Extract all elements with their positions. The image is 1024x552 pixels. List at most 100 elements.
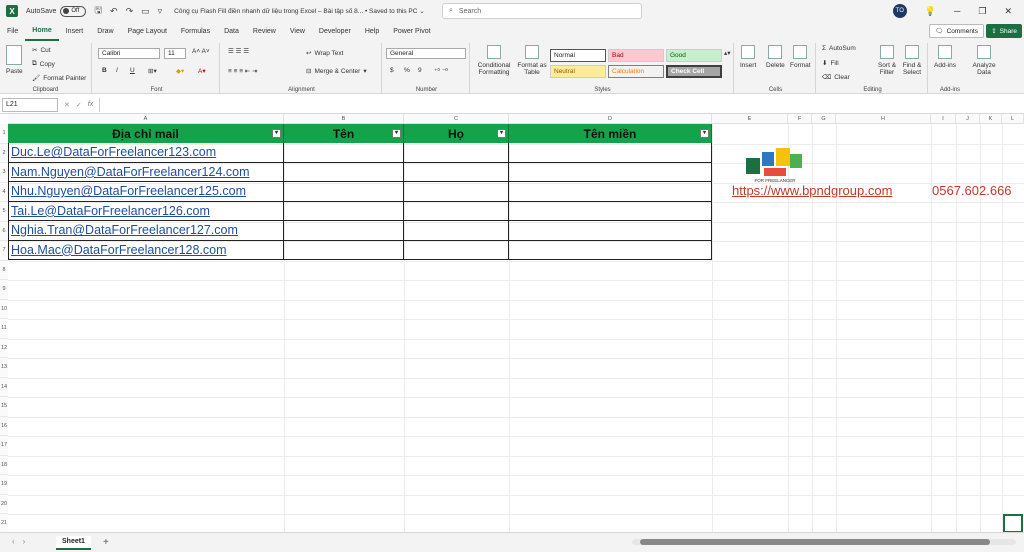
confirm-icon[interactable]: ✓ <box>76 101 82 109</box>
delete-cells-button[interactable]: Delete <box>766 45 785 69</box>
style-neutral[interactable]: Neutral <box>550 65 606 78</box>
email-link[interactable]: Nghia.Tran@DataForFreelancer127.com <box>11 223 238 237</box>
analyze-data-button[interactable]: Analyze Data <box>970 45 998 76</box>
email-cell[interactable]: Nhu.Nguyen@DataForFreelancer125.com <box>8 182 284 202</box>
column-header-j[interactable]: J <box>956 114 980 124</box>
tab-insert[interactable]: Insert <box>59 22 91 41</box>
currency-button[interactable]: $ <box>390 67 394 74</box>
style-good[interactable]: Good <box>666 49 722 62</box>
row-header[interactable]: 7 <box>0 241 8 261</box>
style-bad[interactable]: Bad <box>608 49 664 62</box>
table-cell[interactable] <box>284 201 404 221</box>
merge-center-button[interactable]: ⊟ Merge & Center ▾ <box>306 67 367 76</box>
formula-input[interactable] <box>99 97 1024 112</box>
row-header[interactable]: 5 <box>0 202 8 222</box>
row-header[interactable]: 11 <box>0 319 8 339</box>
name-box[interactable]: L21 <box>2 97 58 112</box>
style-normal[interactable]: Normal <box>550 49 606 62</box>
email-link[interactable]: Hoa.Mac@DataForFreelancer128.com <box>11 243 227 257</box>
bold-button[interactable]: B <box>102 67 107 74</box>
autosum-button[interactable]: Σ AutoSum <box>822 45 856 52</box>
cut-button[interactable]: ✂ Cut <box>32 46 51 55</box>
email-cell[interactable]: Tai.Le@DataForFreelancer126.com <box>8 201 284 221</box>
table-cell[interactable] <box>509 221 712 241</box>
align-left-icon[interactable]: ≡ ≡ ≡ ⇤ ⇥ <box>228 67 258 75</box>
align-top-icon[interactable]: ☰ ☰ ☰ <box>228 47 249 55</box>
comments-button[interactable]: 🗨 Comments <box>929 24 984 38</box>
tab-power-pivot[interactable]: Power Pivot <box>386 22 437 41</box>
font-grow-icon[interactable]: A˄ A˅ <box>192 48 210 55</box>
open-folder-icon[interactable]: ▭ <box>141 6 150 17</box>
tab-review[interactable]: Review <box>246 22 283 41</box>
redo-icon[interactable]: ↷ <box>126 6 134 17</box>
email-cell[interactable]: Nam.Nguyen@DataForFreelancer124.com <box>8 162 284 182</box>
column-header-c[interactable]: C <box>404 114 509 124</box>
addins-button[interactable]: Add-ins <box>934 45 956 69</box>
worksheet-grid[interactable]: A B C D E F G H I J K L 1 2 3 4 5 6 7 8 9 10 11 12 1… <box>0 114 1024 533</box>
table-cell[interactable] <box>509 182 712 202</box>
lightbulb-icon[interactable]: 💡 <box>925 6 936 17</box>
website-link[interactable]: https://www.bpndgroup.com <box>732 183 892 198</box>
font-name-select[interactable]: Calibri <box>98 48 160 59</box>
cancel-icon[interactable]: ✕ <box>64 101 70 109</box>
close-icon[interactable]: ✕ <box>1004 6 1012 17</box>
email-cell[interactable]: Hoa.Mac@DataForFreelancer128.com <box>8 240 284 260</box>
tab-view[interactable]: View <box>283 22 312 41</box>
row-header[interactable]: 2 <box>0 143 8 163</box>
row-header[interactable]: 3 <box>0 163 8 183</box>
table-cell[interactable] <box>509 240 712 260</box>
format-cells-button[interactable]: Format <box>790 45 811 69</box>
tab-file[interactable]: File <box>0 22 25 41</box>
tab-draw[interactable]: Draw <box>90 22 120 41</box>
email-cell[interactable]: Duc.Le@DataForFreelancer123.com <box>8 143 284 163</box>
row-header[interactable]: 4 <box>0 182 8 202</box>
column-header-e[interactable]: E <box>712 114 788 124</box>
row-header[interactable]: 13 <box>0 358 8 378</box>
table-cell[interactable] <box>404 162 509 182</box>
column-header-a[interactable]: A <box>8 114 284 124</box>
column-header-f[interactable]: F <box>788 114 812 124</box>
table-header-first-name[interactable]: Tên ▾ <box>284 124 404 143</box>
table-cell[interactable] <box>404 182 509 202</box>
table-cell[interactable] <box>509 201 712 221</box>
comma-button[interactable]: 9 <box>418 67 422 74</box>
table-header-email[interactable]: Địa chỉ mail ▾ <box>8 124 284 143</box>
underline-button[interactable]: U <box>130 67 135 74</box>
table-cell[interactable] <box>404 143 509 163</box>
filter-dropdown-icon[interactable]: ▾ <box>272 129 281 138</box>
column-header-i[interactable]: I <box>931 114 956 124</box>
row-header[interactable]: 10 <box>0 299 8 319</box>
undo-icon[interactable]: ↶ <box>110 6 118 17</box>
font-color-icon[interactable]: A▾ <box>198 67 206 75</box>
format-as-table-button[interactable]: Format as Table <box>514 45 550 76</box>
copy-button[interactable]: ⧉ Copy <box>32 60 55 68</box>
table-cell[interactable] <box>404 201 509 221</box>
restore-icon[interactable]: ❐ <box>978 6 986 17</box>
tab-help[interactable]: Help <box>358 22 386 41</box>
selected-cell[interactable] <box>1003 514 1023 533</box>
row-header[interactable]: 1 <box>0 124 8 144</box>
tab-home[interactable]: Home <box>25 22 59 41</box>
row-header[interactable]: 16 <box>0 416 8 436</box>
share-button[interactable]: ⇪ Share <box>986 24 1022 38</box>
row-header[interactable]: 9 <box>0 280 8 300</box>
table-cell[interactable] <box>284 162 404 182</box>
styles-scroll-icon[interactable]: ▴▾ <box>724 49 731 57</box>
style-calculation[interactable]: Calculation <box>608 65 664 78</box>
email-link[interactable]: Duc.Le@DataForFreelancer123.com <box>11 145 216 159</box>
tab-formulas[interactable]: Formulas <box>174 22 217 41</box>
number-format-select[interactable]: General <box>386 48 466 59</box>
row-header[interactable]: 18 <box>0 455 8 475</box>
fx-icon[interactable]: fx <box>88 101 93 108</box>
insert-cells-button[interactable]: Insert <box>740 45 756 69</box>
email-cell[interactable]: Nghia.Tran@DataForFreelancer127.com <box>8 221 284 241</box>
clear-button[interactable]: ⌫ Clear <box>822 73 850 82</box>
table-cell[interactable] <box>284 221 404 241</box>
italic-button[interactable]: I <box>116 67 118 74</box>
email-link[interactable]: Nam.Nguyen@DataForFreelancer124.com <box>11 165 249 179</box>
row-header[interactable]: 17 <box>0 436 8 456</box>
row-header[interactable]: 12 <box>0 338 8 358</box>
borders-icon[interactable]: ⊞▾ <box>148 67 157 75</box>
filter-dropdown-icon[interactable]: ▾ <box>700 129 709 138</box>
table-cell[interactable] <box>284 240 404 260</box>
